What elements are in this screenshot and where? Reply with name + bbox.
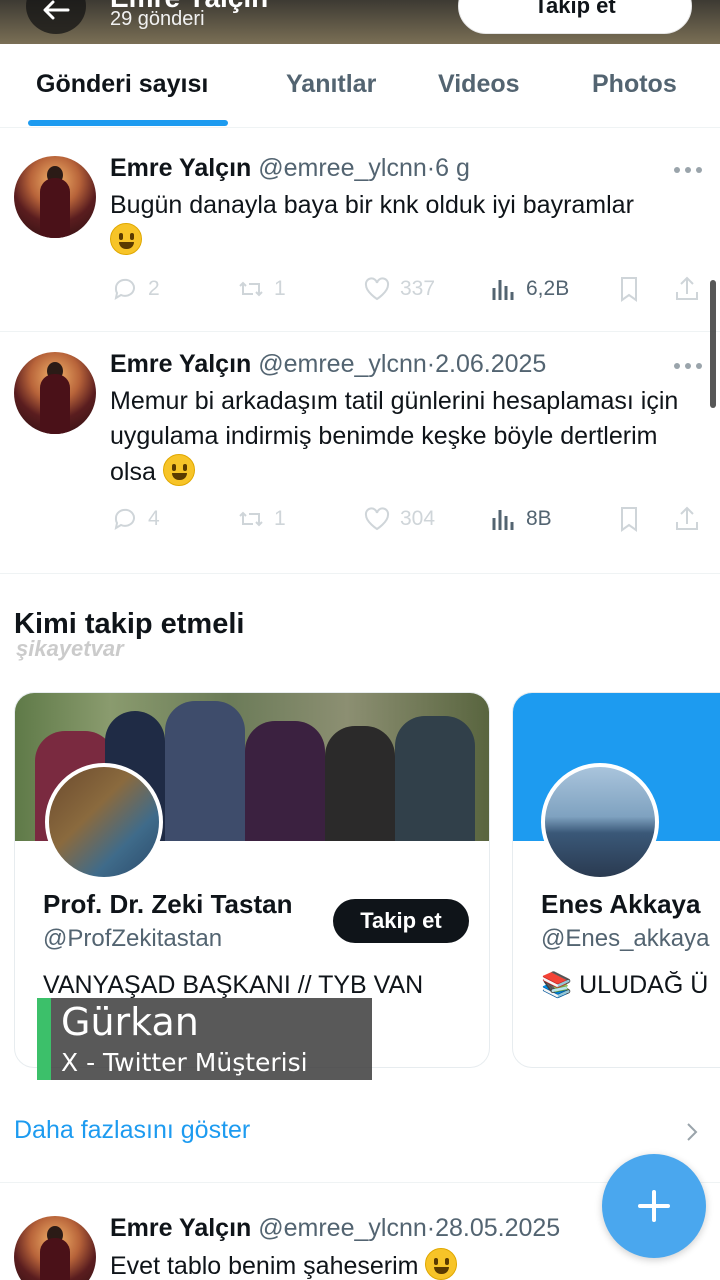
avatar[interactable] <box>14 352 96 434</box>
back-button[interactable] <box>26 0 86 34</box>
bookmark-icon <box>621 507 637 532</box>
retweet-count: 1 <box>274 507 286 530</box>
heart-icon <box>364 277 390 301</box>
bookmark-button[interactable] <box>614 274 644 304</box>
tab-photos[interactable]: Photos <box>592 70 677 99</box>
suggested-user-handle[interactable]: @Enes_akkaya <box>541 925 709 953</box>
profile-tabs: Gönderi sayısı Yanıtlar Videos Photos <box>0 44 720 128</box>
share-icon <box>676 506 698 530</box>
retweet-icon <box>239 281 263 297</box>
retweet-icon <box>239 511 263 527</box>
like-count: 304 <box>400 507 436 530</box>
avatar[interactable] <box>14 156 96 238</box>
grinning-face-with-sweat-icon <box>425 1248 458 1280</box>
grinning-face-icon <box>162 454 195 486</box>
post-count: 29 gönderi <box>110 8 205 30</box>
more-options-icon[interactable] <box>674 361 702 371</box>
separator: · <box>426 154 436 182</box>
tweet-text: Evet tablo benim şaheserim <box>110 1248 700 1280</box>
share-button[interactable] <box>672 274 702 304</box>
tweet-time[interactable]: 6 g <box>435 154 470 182</box>
tweet-author-name[interactable]: Emre Yalçın <box>110 350 251 378</box>
reply-count: 2 <box>148 277 160 300</box>
share-button[interactable] <box>672 504 702 534</box>
tweet[interactable]: Emre Yalçın @emree_ylcnn·2.06.2025 Memur… <box>0 332 720 574</box>
tweet-actions: 4 1 304 8B <box>110 504 700 538</box>
scrollbar[interactable] <box>710 280 716 408</box>
bookmark-button[interactable] <box>614 504 644 534</box>
reply-button[interactable]: 2 <box>110 274 160 304</box>
tab-replies[interactable]: Yanıtlar <box>286 70 376 99</box>
avatar[interactable] <box>14 1216 96 1280</box>
arrow-left-icon <box>43 0 70 20</box>
follow-button[interactable]: Takip et <box>333 899 469 943</box>
tweet-text-content: Memur bi arkadaşım tatil günlerini hesap… <box>110 387 679 486</box>
reply-button[interactable]: 4 <box>110 504 160 534</box>
tweet-text-content: Evet tablo benim şaheserim <box>110 1252 419 1280</box>
tweet-header: Emre Yalçın @emree_ylcnn·6 g <box>110 154 470 183</box>
tweet-author-handle[interactable]: @emree_ylcnn <box>258 350 427 378</box>
avatar[interactable] <box>541 763 659 881</box>
profile-header: Emre Yalçın 29 gönderi Takip et <box>0 0 720 44</box>
plus-icon <box>638 1190 670 1222</box>
view-count: 8B <box>526 507 552 530</box>
like-button[interactable]: 337 <box>362 274 435 304</box>
tweet-header: Emre Yalçın @emree_ylcnn·28.05.2025 <box>110 1214 560 1243</box>
bar-chart-icon <box>492 280 514 300</box>
tweet-author-name[interactable]: Emre Yalçın <box>110 154 251 182</box>
heart-icon <box>364 507 390 531</box>
tweet-text: Bugün danayla baya bir knk olduk iyi bay… <box>110 188 700 259</box>
suggested-user-bio: 📚 ULUDAĞ Ü <box>541 971 709 999</box>
suggested-user-name[interactable]: Prof. Dr. Zeki Tastan <box>43 889 292 920</box>
bar-chart-icon <box>492 510 514 530</box>
avatar[interactable] <box>45 763 163 881</box>
tweet-author-handle[interactable]: @emree_ylcnn <box>258 1214 427 1242</box>
retweet-button[interactable]: 1 <box>236 504 286 534</box>
like-button[interactable]: 304 <box>362 504 435 534</box>
follow-button[interactable]: Takip et <box>458 0 692 34</box>
suggested-user-name[interactable]: Enes Akkaya <box>541 889 700 920</box>
tab-videos[interactable]: Videos <box>438 70 520 99</box>
more-options-icon[interactable] <box>674 165 702 175</box>
views-button[interactable]: 8B <box>488 504 552 534</box>
grinning-face-icon <box>110 223 142 255</box>
like-count: 337 <box>400 277 436 300</box>
view-count: 6,2B <box>526 277 570 300</box>
active-tab-indicator <box>28 120 228 126</box>
suggested-user-handle[interactable]: @ProfZekitastan <box>43 925 222 953</box>
tweet-time[interactable]: 28.05.2025 <box>435 1214 560 1242</box>
tweet-author-name[interactable]: Emre Yalçın <box>110 1214 251 1242</box>
tweet[interactable]: Emre Yalçın @emree_ylcnn·6 g Bugün danay… <box>0 136 720 332</box>
tab-posts[interactable]: Gönderi sayısı <box>36 70 208 99</box>
tweet-text-content: Bugün danayla baya bir knk olduk iyi bay… <box>110 191 634 219</box>
retweet-button[interactable]: 1 <box>236 274 286 304</box>
chevron-right-icon[interactable] <box>682 1120 702 1144</box>
tweet-time[interactable]: 2.06.2025 <box>435 350 546 378</box>
follow-suggestion-card[interactable]: Enes Akkaya @Enes_akkaya 📚 ULUDAĞ Ü <box>512 692 720 1068</box>
tweet-header: Emre Yalçın @emree_ylcnn·2.06.2025 <box>110 350 546 379</box>
reply-count: 4 <box>148 507 160 530</box>
compose-post-button[interactable] <box>602 1154 706 1258</box>
reply-icon <box>114 508 135 531</box>
separator: · <box>426 1214 436 1242</box>
retweet-count: 1 <box>274 277 286 300</box>
caller-accent-bar <box>37 998 51 1080</box>
reply-icon <box>114 278 135 301</box>
caller-overlay: Gürkan X - Twitter Müşterisi <box>37 998 372 1080</box>
watermark: şikayetvar <box>16 636 124 661</box>
tweet-author-handle[interactable]: @emree_ylcnn <box>258 154 427 182</box>
suggested-user-bio: VANYAŞAD BAŞKANI // TYB VAN <box>43 971 424 999</box>
separator: · <box>426 350 436 378</box>
caller-subtitle: X - Twitter Müşterisi <box>61 1048 308 1077</box>
tweet-actions: 2 1 337 6,2B <box>110 274 700 308</box>
tweet-text: Memur bi arkadaşım tatil günlerini hesap… <box>110 384 700 490</box>
bookmark-icon <box>621 277 637 302</box>
caller-name: Gürkan <box>61 1000 199 1044</box>
views-button[interactable]: 6,2B <box>488 274 569 304</box>
share-icon <box>676 276 698 300</box>
show-more-link[interactable]: Daha fazlasını göster <box>14 1116 250 1145</box>
